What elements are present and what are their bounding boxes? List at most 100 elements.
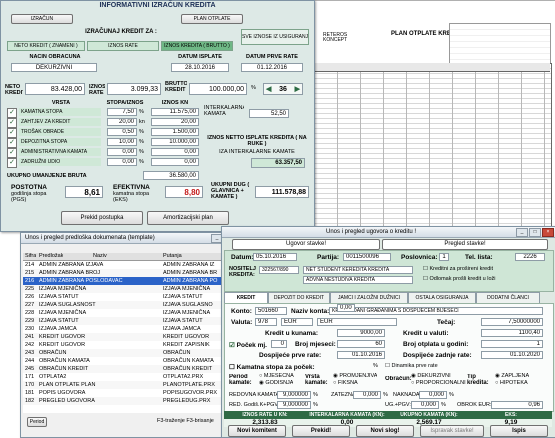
period-button[interactable]: Period: [27, 417, 47, 427]
radio-icon[interactable]: ○: [259, 373, 262, 379]
checkbox-icon[interactable]: ☐: [229, 364, 235, 371]
valuta-code-field[interactable]: 978: [255, 318, 277, 326]
template-row[interactable]: 170 PLAN OTPLATE PLAN PLANOTPLATE.PRX: [23, 381, 237, 389]
iznos-rate-field[interactable]: 3.099,33: [107, 83, 161, 95]
nacin-field[interactable]: DEKURZIVNI: [11, 63, 97, 72]
pocek-label[interactable]: ☑ Poček mj.: [229, 341, 267, 349]
naziv-konta-field[interactable]: KREDITI DANI GRAĐANIMA S DOSPIJEĆEM BIJE…: [329, 307, 543, 315]
stepper-right-icon[interactable]: ▶: [295, 84, 300, 94]
check-icon[interactable]: ✓: [7, 118, 17, 128]
broj-rata-stepper[interactable]: ◀ 36 ▶: [263, 83, 303, 95]
ukupno-field[interactable]: 36.580,00: [143, 171, 199, 180]
fee-stopa[interactable]: 0,00: [107, 148, 137, 156]
checkbox-icon[interactable]: ☐: [423, 276, 428, 282]
partija-field[interactable]: 0011500096: [343, 253, 391, 261]
fee-stopa[interactable]: 7,50: [107, 108, 137, 116]
dosp-zadnje-field[interactable]: 01.10.2020: [481, 351, 543, 359]
neto-field[interactable]: 83.428,00: [25, 83, 85, 95]
radio-icon[interactable]: ○: [333, 380, 336, 386]
tecaj-field[interactable]: 7,50000000: [481, 318, 543, 326]
dosp-prve-field[interactable]: 01.10.2016: [337, 351, 385, 359]
obracun-opt-proporcionalni[interactable]: ○ PROPORCIONALNI: [411, 380, 466, 386]
amortizacijski-plan-button[interactable]: Amortizacijski plan: [147, 211, 229, 225]
template-row[interactable]: 215 ADMIN ZABRANA BROJ ADMIN ZABRANA BR: [23, 269, 237, 277]
period-opt-mjesecna[interactable]: ○ MJESEČNA: [259, 373, 294, 379]
template-row[interactable]: 182 PREGLED UGOVORA PREGLEDUG.PRX: [23, 397, 237, 405]
contract-close-icon[interactable]: ×: [542, 228, 554, 237]
template-row[interactable]: 245 OBRAČUN KREDIT OBRAČUN KREDIT: [23, 365, 237, 373]
radio-selected-icon[interactable]: ◉: [411, 373, 416, 379]
template-row[interactable]: 214 ADMIN ZABRANA IZJAVA ADMIN ZABRANA IZ: [23, 261, 237, 269]
dinamika-label[interactable]: ☐ Dinamika prve rate: [385, 363, 438, 369]
valuta-field-2[interactable]: EUR: [317, 318, 397, 326]
template-row[interactable]: 226 IZJAVA STATUT IZJAVA STATUT: [23, 293, 237, 301]
pocek-field[interactable]: 0: [271, 340, 287, 348]
checkbox-checked-icon[interactable]: ☑: [229, 342, 235, 349]
tip-opt-zapljena[interactable]: ◉ ZAPLJENA: [495, 373, 529, 379]
interkalarna-field[interactable]: 52,50: [249, 109, 289, 118]
kamatna-stopa-label[interactable]: ☐ Kamatna stopa za poček:: [229, 363, 315, 371]
tab-kredit[interactable]: KREDIT: [224, 292, 268, 303]
vrsta-opt-promjenjiva[interactable]: ◉ PROMJENJIVA: [333, 373, 377, 379]
fee-stopa[interactable]: 0,00: [107, 158, 137, 166]
checkbox-icon[interactable]: ☐: [385, 363, 390, 369]
redovna-field[interactable]: 9,000000: [277, 391, 311, 399]
datum-isplate-field[interactable]: 28.10.2016: [171, 63, 229, 72]
iznos-isplate-field[interactable]: 63.357,50: [251, 158, 305, 168]
fee-stopa[interactable]: 10,00: [107, 138, 137, 146]
check-icon[interactable]: ✓: [7, 158, 17, 168]
template-row[interactable]: 228 IZJAVA MJENIČNA IZJAVA MJENIČNA: [23, 309, 237, 317]
brutto-field[interactable]: 100.000,00: [189, 83, 247, 95]
broj-god-field[interactable]: 1: [481, 340, 543, 348]
zatezna-field[interactable]: 0,000: [353, 391, 381, 399]
radio-icon[interactable]: ○: [411, 380, 414, 386]
contract-maximize-icon[interactable]: □: [529, 228, 541, 237]
kamatna-stopa-field[interactable]: 0,00: [337, 304, 355, 312]
template-row[interactable]: 244 OBRAČUN KAMATA OBRAČUN KAMATA: [23, 357, 237, 365]
radio-selected-icon[interactable]: ◉: [259, 380, 264, 386]
fee-kn[interactable]: 11.575,00: [151, 108, 199, 116]
check-prosireni[interactable]: ☐ Kreditni za prošireni kredit: [423, 266, 493, 272]
ugovor-stavke-button[interactable]: Ugovor stavke!: [232, 239, 380, 250]
tab-plan-otplate[interactable]: PLAN OTPLATE: [181, 14, 243, 24]
checkbox-icon[interactable]: ☐: [423, 266, 428, 272]
usiguranja-button[interactable]: SVE IZNOSE IZ USIGURANJA: [241, 29, 309, 45]
obrok-field[interactable]: 0,96: [491, 401, 543, 409]
template-row[interactable]: 243 OBRAČUN OBRAČUN: [23, 349, 237, 357]
fee-kn[interactable]: 0,00: [151, 158, 199, 166]
pregled-stavke-button[interactable]: Pregled stavke!: [382, 239, 548, 250]
template-row[interactable]: 216 ADMIN ZABRANA POSLODAVAC ADMIN ZABRANA…: [23, 277, 237, 285]
prekid-postupka-button[interactable]: Prekid postupka: [61, 211, 143, 225]
ug-pgv-field[interactable]: 0,000: [411, 401, 439, 409]
template-row[interactable]: 171 OTPLATA2 OTPLATA2.PRX: [23, 373, 237, 381]
radio-selected-icon[interactable]: ◉: [495, 373, 500, 379]
fee-kn[interactable]: 10.000,00: [151, 138, 199, 146]
iznos-kredita-button[interactable]: IZNOS KREDITA ( BRUTTO ): [161, 41, 233, 51]
novi-komitent-button[interactable]: Novi komitent: [228, 425, 286, 437]
template-row[interactable]: 225 IZJAVA MJENIČNA IZJAVA MJENIČNA: [23, 285, 237, 293]
fee-stopa[interactable]: 0,50: [107, 128, 137, 136]
template-row[interactable]: 242 KREDIT UGOVOR KREDIT ZAPISNIK: [23, 341, 237, 349]
check-icon[interactable]: ✓: [7, 148, 17, 158]
obracun-opt-dekurzivni[interactable]: ◉ DEKURZIVNI: [411, 373, 451, 379]
tel-lista-field[interactable]: 2226: [515, 253, 545, 261]
template-row[interactable]: 241 KREDIT UGOVOR KREDIT UGOVOR: [23, 333, 237, 341]
poslovnica-field[interactable]: 1: [439, 253, 449, 261]
fee-kn[interactable]: 20,00: [151, 118, 199, 126]
fee-stopa[interactable]: 20,00: [107, 118, 137, 126]
kredit-val-field[interactable]: 1100,40: [481, 329, 543, 337]
radio-selected-icon[interactable]: ◉: [333, 373, 338, 379]
tip-opt-hipoteka[interactable]: ○ HIPOTEKA: [495, 380, 528, 386]
red-godis-field[interactable]: 9,000000: [277, 401, 311, 409]
naknada-field[interactable]: 0,000: [419, 391, 447, 399]
period-opt-godisnja[interactable]: ◉ GODIŠNJA: [259, 380, 293, 386]
tab-izracun[interactable]: IZRAČUN: [11, 14, 73, 24]
prekid-button[interactable]: Prekid!: [292, 425, 350, 437]
valuta-field[interactable]: EUR: [281, 318, 313, 326]
template-row[interactable]: 227 IZJAVA SUGLASNOST IZJAVA SUGLASNO: [23, 301, 237, 309]
vrsta-opt-fiksna[interactable]: ○ FIKSNA: [333, 380, 358, 386]
konto-field[interactable]: 501660: [255, 307, 287, 315]
check-proslo[interactable]: ☐ Odlomak prošli kredit u loži: [423, 276, 496, 282]
datum-field[interactable]: 05.10.2016: [253, 253, 297, 261]
template-row[interactable]: 229 IZJAVA STATUT IZJAVA STATUT: [23, 317, 237, 325]
